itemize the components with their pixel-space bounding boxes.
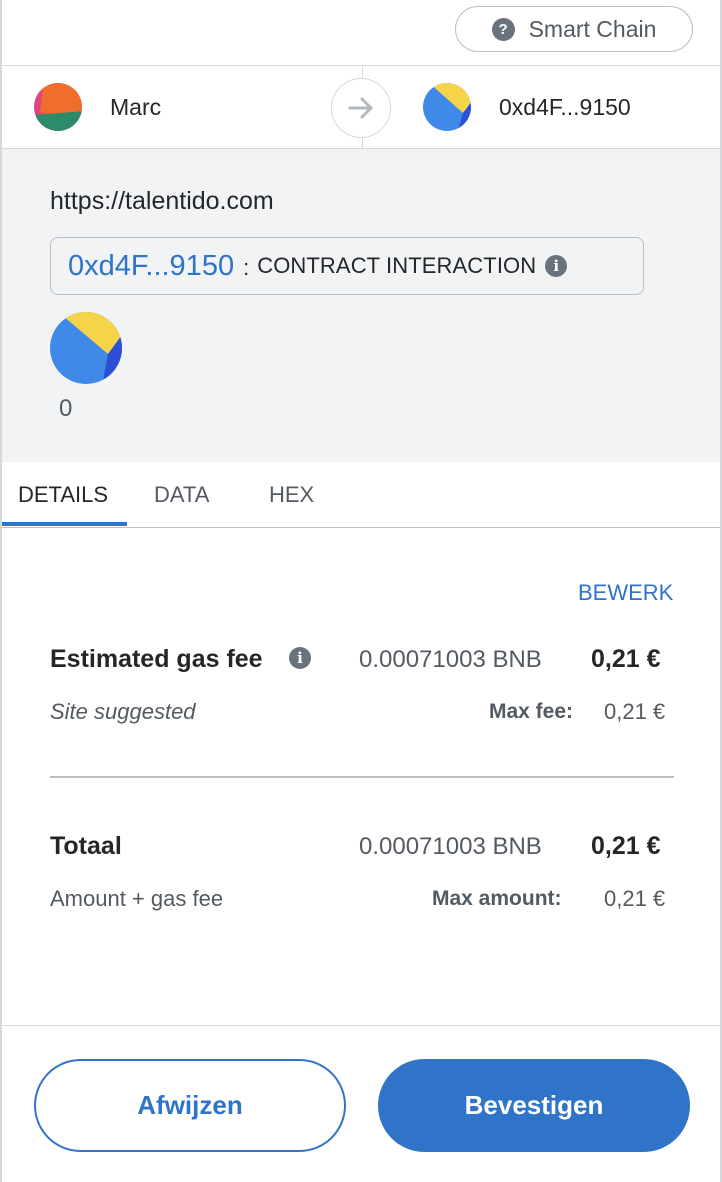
reject-button[interactable]: Afwijzen [34,1059,346,1152]
recipient-avatar [423,83,471,131]
footer-divider [2,1025,720,1026]
edit-gas-link[interactable]: BEWERK [578,580,673,606]
recipient-address: 0xd4F...9150 [499,94,631,120]
max-fee-label: Max fee: [489,700,574,723]
network-selector[interactable]: ? Smart Chain [455,6,693,52]
total-fiat: 0,21 € [591,832,661,860]
contract-address-link[interactable]: 0xd4F...9150 [68,250,234,283]
sender-recipient-row: Marc 0xd4F...9150 [2,65,720,149]
gas-fee-label: Estimated gas fee [50,645,263,673]
gas-info-icon[interactable]: i [289,647,311,669]
max-amount-value: 0,21 € [604,886,666,911]
gas-source-label: Site suggested [50,699,196,724]
origin-url: https://talentido.com [50,187,274,215]
tab-details[interactable]: DETAILS [18,482,108,508]
network-name: Smart Chain [528,15,657,42]
method-label: CONTRACT INTERACTION [257,253,537,278]
info-icon[interactable]: i [545,255,568,277]
details-divider [50,776,674,778]
transaction-summary: https://talentido.com 0xd4F...9150 : CON… [2,149,720,462]
method-separator: : [243,255,250,280]
total-sub-label: Amount + gas fee [50,886,224,911]
sender-avatar [34,83,82,131]
tab-hex[interactable]: HEX [269,482,314,508]
token-amount: 0 [59,395,73,422]
tab-bar: DETAILS DATA HEX [2,462,720,528]
total-label: Totaal [50,832,122,860]
tab-data[interactable]: DATA [154,482,209,508]
question-icon: ? [491,17,515,41]
sender-name: Marc [110,94,162,120]
total-native: 0.00071003 BNB [359,833,542,860]
active-tab-indicator [2,522,127,526]
max-amount-label: Max amount: [432,887,562,910]
confirm-button[interactable]: Bevestigen [378,1059,690,1152]
method-box: 0xd4F...9150 : CONTRACT INTERACTION i [50,237,644,295]
token-icon [50,312,122,384]
max-fee-value: 0,21 € [604,699,666,724]
gas-fee-native: 0.00071003 BNB [359,646,542,673]
gas-fee-fiat: 0,21 € [591,645,661,673]
arrow-right-icon [331,78,391,138]
